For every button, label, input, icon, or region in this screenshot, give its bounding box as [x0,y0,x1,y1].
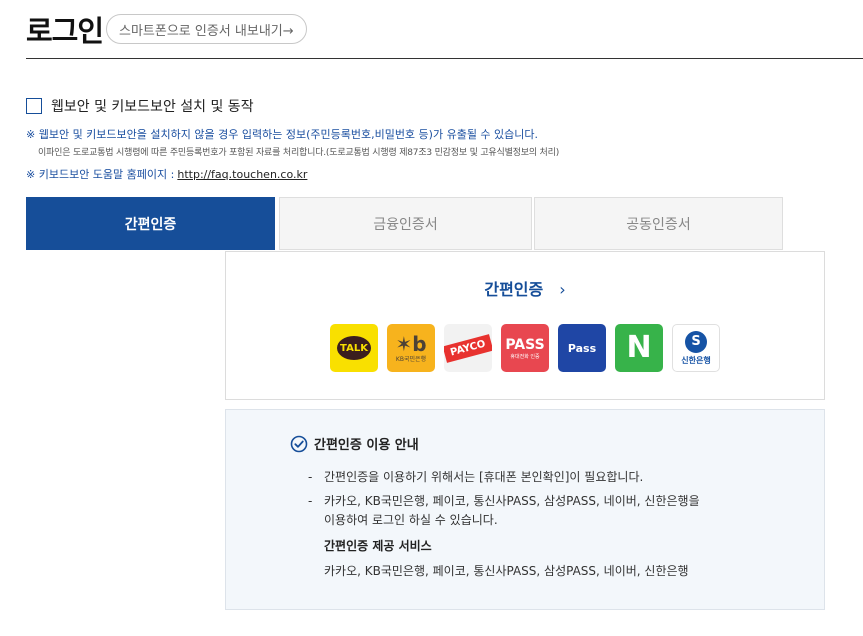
security-notice: ※ 웹보안 및 키보드보안을 설치하지 않을 경우 입력하는 정보(주민등록번호… [26,128,539,141]
help-label: ※ 키보드보안 도움말 홈페이지 : [26,168,175,181]
simple-auth-link[interactable]: 간편인증 › [226,276,824,300]
guide-title: 간편인증 이용 안내 [314,438,419,453]
tab-joint-certificate[interactable]: 공동인증서 [534,197,783,250]
payco-label: PAYCO [444,333,492,363]
export-certificate-button[interactable]: 스마트폰으로 인증서 내보내기→ [106,14,307,44]
provider-icons: TALK ✶b KB국민은행 PAYCO PASS 휴대전화 인증 Pass N… [330,324,720,372]
payco-icon[interactable]: PAYCO [444,324,492,372]
guide-bullet: - 간편인증을 이용하기 위해서는 [휴대폰 본인확인]이 필요합니다. [308,470,644,484]
simple-auth-panel: 간편인증 › TALK ✶b KB국민은행 PAYCO PASS 휴대전화 인증 … [225,251,825,400]
pass-sublabel: 휴대전화 인증 [510,353,540,360]
privacy-notice: 이파인은 도로교통법 시행령에 따른 주민등록번호가 포함된 자료를 처리합니다… [38,148,560,158]
simple-auth-title[interactable]: 간편인증 [484,280,543,299]
kakaotalk-icon[interactable]: TALK [330,324,378,372]
kb-bank-icon[interactable]: ✶b KB국민은행 [387,324,435,372]
tab-financial-certificate[interactable]: 금융인증서 [279,197,532,250]
security-checkbox-label[interactable]: 웹보안 및 키보드보안 설치 및 동작 [51,96,254,116]
kakao-bubble: TALK [337,336,371,360]
header-divider [26,58,863,59]
guide-bullet: - 카카오, KB국민은행, 페이코, 통신사PASS, 삼성PASS, 네이버,… [308,494,700,508]
simple-auth-guide: 간편인증 이용 안내 - 간편인증을 이용하기 위해서는 [휴대폰 본인확인]이 … [225,409,825,610]
shinhan-label: 신한은행 [681,355,711,365]
samsung-pass-icon[interactable]: Pass [558,324,606,372]
security-checkbox[interactable] [26,98,42,114]
shinhan-bank-icon[interactable]: S 신한은행 [672,324,720,372]
check-circle-icon [290,435,308,452]
pass-carrier-icon[interactable]: PASS 휴대전화 인증 [501,324,549,372]
guide-header: 간편인증 이용 안내 [290,434,419,453]
kb-label: KB국민은행 [395,355,427,363]
help-link[interactable]: http://faq.touchen.co.kr [177,168,307,181]
page-title: 로그인 [26,14,104,48]
guide-bullet-continuation: 이용하여 로그인 하실 수 있습니다. [324,513,498,527]
auth-tabs: 간편인증 금융인증서 공동인증서 [26,197,783,250]
samsung-pass-label: Pass [567,341,597,355]
service-list: 카카오, KB국민은행, 페이코, 통신사PASS, 삼성PASS, 네이버, … [324,564,689,578]
shinhan-logo: S [685,330,707,353]
keyboard-security-help: ※ 키보드보안 도움말 홈페이지 : http://faq.touchen.co.… [26,166,307,182]
chevron-right-icon[interactable]: › [559,280,565,299]
service-title: 간편인증 제공 서비스 [324,539,432,553]
kb-star-mark: ✶b [395,331,427,356]
naver-icon[interactable]: N [615,324,663,372]
tab-simple-auth[interactable]: 간편인증 [26,197,275,250]
security-install-row[interactable]: 웹보안 및 키보드보안 설치 및 동작 [26,96,254,116]
naver-label: N [626,330,652,365]
pass-label: PASS [505,336,545,353]
